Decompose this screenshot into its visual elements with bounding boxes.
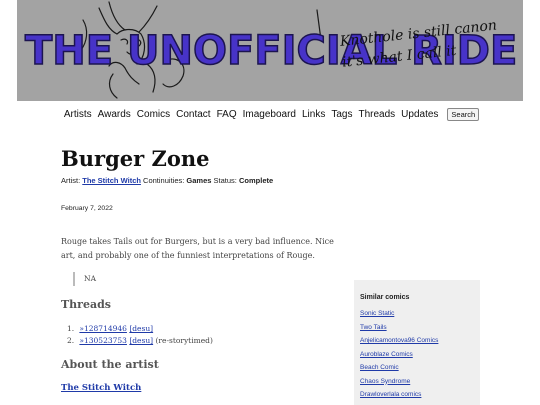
similar-comics-heading: Similar comics [360, 294, 410, 301]
artist-link[interactable]: The Stitch Witch [82, 176, 141, 185]
nav-artists[interactable]: Artists [64, 109, 92, 120]
similar-comic-link[interactable]: Auroblaze Comics [360, 348, 480, 362]
similar-comics-sidebar: Similar comics Sonic Static Two Tails An… [354, 280, 480, 405]
nav-imageboard[interactable]: Imageboard [243, 109, 296, 120]
publish-date: February 7, 2022 [61, 205, 113, 212]
site-banner[interactable]: THE UNOFFICIAL RIDE Knothole is still ca… [17, 0, 523, 101]
page-title: Burger Zone [61, 146, 210, 171]
similar-comic-link[interactable]: Drawloverlala comics [360, 388, 480, 402]
about-artist-heading: About the artist [61, 358, 159, 371]
about-artist-link[interactable]: The Stitch Witch [61, 383, 141, 393]
thread-number: 2. [67, 336, 75, 345]
desu-archive-link[interactable]: [desu] [129, 336, 153, 345]
artist-label: Artist: [61, 176, 81, 185]
nav-awards[interactable]: Awards [98, 109, 131, 120]
thread-item: 2. »130523753 [desu] (re-storytimed) [67, 335, 213, 347]
similar-comic-link[interactable]: Chaos Syndrome [360, 375, 480, 389]
desu-archive-link[interactable]: [desu] [129, 324, 153, 333]
comic-meta: Artist: The Stitch Witch Continuities: G… [61, 176, 273, 185]
status-label: Status: [213, 176, 237, 185]
nav-faq[interactable]: FAQ [217, 109, 237, 120]
nav-tags[interactable]: Tags [331, 109, 352, 120]
continuities-label: Continuities: [143, 176, 185, 185]
continuities-value: Games [186, 176, 212, 185]
search-button[interactable]: Search [447, 108, 480, 121]
similar-comic-link[interactable]: Beach Comic [360, 361, 480, 375]
thread-number: 1. [67, 324, 75, 333]
nav-links[interactable]: Links [302, 109, 325, 120]
thread-item: 1. »128714946 [desu] [67, 323, 213, 335]
threads-list: 1. »128714946 [desu] 2. »130523753 [desu… [67, 323, 213, 347]
nav-contact[interactable]: Contact [176, 109, 210, 120]
thread-link[interactable]: »128714946 [79, 324, 127, 333]
status-value: Complete [239, 176, 274, 185]
thread-link[interactable]: »130523753 [79, 336, 127, 345]
nav-threads[interactable]: Threads [358, 109, 395, 120]
thread-note: (re-storytimed) [155, 336, 213, 345]
nav-comics[interactable]: Comics [137, 109, 170, 120]
similar-comic-link[interactable]: Two Tails [360, 321, 480, 335]
similar-comic-link[interactable]: Anjelicamontova96 Comics [360, 334, 480, 348]
similar-comic-link[interactable]: Sonic Static [360, 307, 480, 321]
nav-updates[interactable]: Updates [401, 109, 438, 120]
comic-description: Rouge takes Tails out for Burgers, but i… [61, 237, 334, 260]
threads-heading: Threads [61, 298, 111, 311]
blockquote-note: NA [73, 272, 96, 286]
main-nav: Artists Awards Comics Contact FAQ Imageb… [0, 108, 540, 121]
